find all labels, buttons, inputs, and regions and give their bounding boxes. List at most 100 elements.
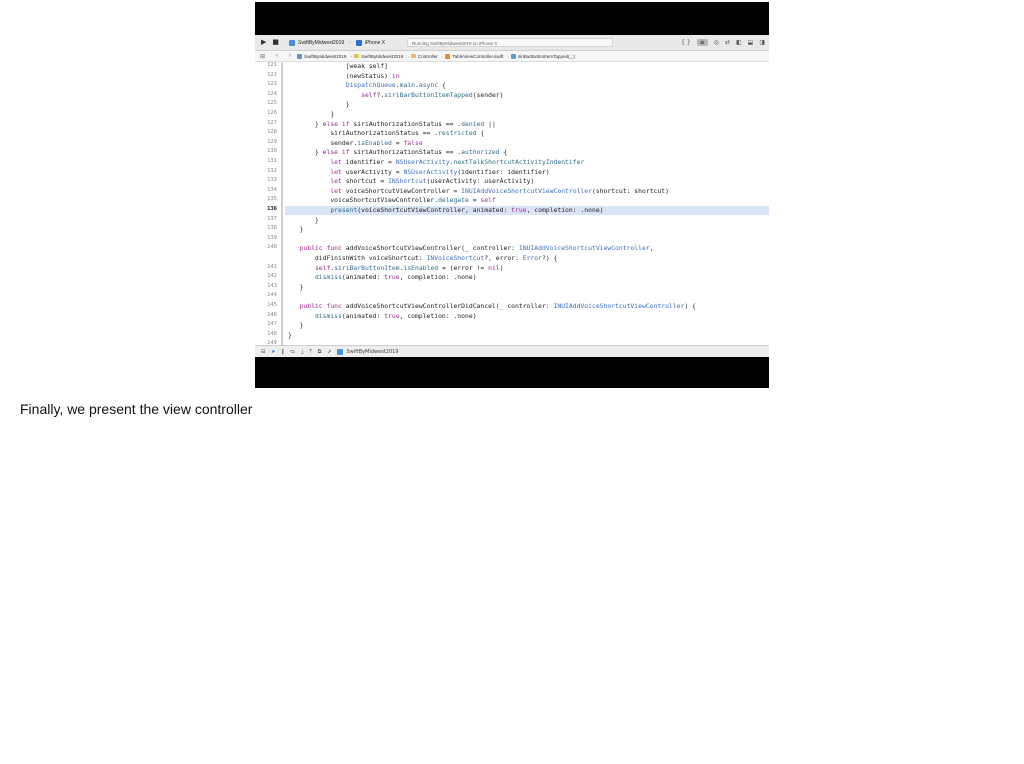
- hide-debug-icon[interactable]: ⊟: [261, 349, 265, 355]
- breadcrumb-method[interactable]: siriBarButtonItemTapped(_:): [510, 53, 575, 59]
- line-number: 138: [267, 225, 277, 232]
- line-number: 136: [267, 206, 277, 212]
- code-line[interactable]: let shortcut = INShortcut(userActivity: …: [288, 177, 534, 185]
- code-token: (sender): [472, 90, 504, 99]
- code-line[interactable]: voiceShortcutViewController.delegate = s…: [288, 196, 495, 204]
- code-token: present: [330, 206, 358, 214]
- code-token: INVoiceShortcut: [426, 254, 485, 262]
- code-editor[interactable]: [weak self] (newStatus) in DispatchQueue…: [288, 62, 769, 345]
- standard-editor-icon[interactable]: ≡: [696, 39, 708, 46]
- method-icon: [510, 53, 516, 59]
- line-number: 123: [267, 81, 277, 88]
- code-token: else if: [322, 119, 350, 128]
- line-number: 128: [267, 129, 277, 136]
- code-line[interactable]: self.siriBarButtonItem.isEnabled = (erro…: [288, 264, 504, 272]
- code-line[interactable]: let identifier = NSUserActivity.nextTalk…: [288, 158, 584, 166]
- code-line[interactable]: self?.siriBarButtonItemTapped(sender): [288, 91, 503, 99]
- line-number: 146: [267, 311, 277, 318]
- code-line[interactable]: didFinishWith voiceShortcut: INVoiceShor…: [288, 254, 557, 262]
- code-line[interactable]: }: [288, 100, 350, 108]
- line-number: 121: [267, 62, 277, 68]
- navigator-toggle-icon[interactable]: ◧: [736, 39, 742, 46]
- code-line[interactable]: }: [288, 321, 304, 329]
- code-token: public func: [299, 302, 342, 310]
- simulate-location-icon[interactable]: ➚: [327, 349, 331, 355]
- code-token: [weak self]: [288, 62, 389, 70]
- code-token: shortcut =: [341, 177, 389, 186]
- code-line[interactable]: }: [288, 216, 319, 224]
- code-line[interactable]: public func addVoiceShortcutViewControll…: [288, 244, 654, 252]
- code-line[interactable]: siriAuthorizationStatus == .restricted {: [288, 129, 484, 137]
- code-line[interactable]: public func addVoiceShortcutViewControll…: [288, 302, 696, 310]
- line-number: 131: [267, 158, 277, 164]
- code-line[interactable]: let voiceShortcutViewController = INUIAd…: [288, 187, 669, 195]
- code-line[interactable]: } else if siriAuthorizationStatus == .au…: [288, 148, 507, 156]
- breadcrumb-project[interactable]: SwiftByMidwest2019: [297, 53, 346, 59]
- pause-icon[interactable]: ‖: [281, 349, 284, 355]
- code-token: true: [511, 206, 527, 214]
- code-token: userActivity =: [341, 167, 404, 176]
- scheme-selector[interactable]: SwiftByMidwest2019 › iPhone X: [289, 39, 385, 46]
- inspector-toggle-icon[interactable]: ◨: [759, 39, 765, 46]
- code-line[interactable]: } else if siriAuthorizationStatus == .de…: [288, 120, 496, 128]
- grid-icon[interactable]: ⊞: [260, 53, 265, 60]
- line-number-gutter: 121 122 123 124 125 126 127 128 129 130 131 132 133 1…: [255, 62, 278, 346]
- step-over-icon[interactable]: ⤼: [290, 349, 295, 355]
- code-token: let: [330, 186, 342, 195]
- code-token: authorized: [461, 148, 500, 157]
- debug-view-icon[interactable]: ⧉: [318, 349, 322, 355]
- line-number: 129: [267, 138, 277, 145]
- line-number: 122: [267, 71, 277, 78]
- code-token: , completion: .none): [399, 273, 477, 282]
- breadcrumb-group[interactable]: SwiftByMidwest2019: [353, 54, 403, 59]
- code-token: (animated:: [341, 311, 385, 320]
- code-line[interactable]: (newStatus) in: [288, 72, 400, 80]
- code-token: nextTalkShortcutActivityIndentifer: [453, 158, 585, 166]
- breakpoints-icon[interactable]: ➤: [271, 349, 275, 355]
- code-token: siriAuthorizationStatus == .: [349, 148, 462, 157]
- code-line[interactable]: }: [288, 225, 304, 233]
- code-token: , completion: .none): [526, 206, 604, 214]
- step-in-icon[interactable]: ⤓: [301, 349, 303, 355]
- step-out-icon[interactable]: ⤒: [309, 349, 311, 355]
- line-number: 141: [267, 263, 277, 270]
- breadcrumb-controller[interactable]: Controller: [410, 54, 438, 59]
- assistant-editor-icon[interactable]: ◎: [714, 39, 719, 46]
- code-line[interactable]: sender.isEnabled = false: [288, 139, 422, 147]
- breadcrumb-file[interactable]: TableViewController.swift: [445, 53, 503, 59]
- back-icon[interactable]: ‹: [276, 53, 278, 59]
- code-token: {: [499, 148, 508, 157]
- stop-icon[interactable]: ■: [272, 35, 279, 50]
- line-number: 143: [267, 282, 277, 289]
- version-editor-icon[interactable]: ⇄: [725, 39, 730, 46]
- code-token: true: [384, 273, 400, 282]
- separator-chevron-icon: ›: [349, 39, 351, 46]
- curly-braces-icon[interactable]: { }: [681, 39, 691, 46]
- jump-bar: ⊞ ‹ › SwiftByMidwest2019 › SwiftByMidwes…: [255, 51, 769, 62]
- code-line[interactable]: DispatchQueue.main.async {: [288, 81, 446, 89]
- code-line[interactable]: dismiss(animated: true, completion: .non…: [288, 273, 477, 281]
- code-line[interactable]: let userActivity = NSUserActivity(identi…: [288, 167, 549, 176]
- code-line[interactable]: }: [288, 331, 292, 339]
- code-token: nil: [488, 263, 500, 272]
- code-token: INUIAddVoiceShortcutViewController: [553, 302, 685, 310]
- folder-icon: [410, 54, 416, 58]
- play-icon[interactable]: ▶: [261, 35, 266, 50]
- change-marker-bar: [281, 62, 283, 345]
- code-line[interactable]: }: [288, 110, 334, 118]
- debug-area-toggle-icon[interactable]: ⬓: [748, 39, 754, 46]
- debug-target-label: SwiftByMidwest2019: [346, 349, 399, 355]
- code-line[interactable]: dismiss(animated: true, completion: .non…: [288, 312, 477, 320]
- line-number: 135: [267, 196, 277, 203]
- line-number: 147: [267, 321, 277, 328]
- code-line[interactable]: present(voiceShortcutViewController, ani…: [288, 206, 604, 214]
- code-line[interactable]: }: [288, 283, 304, 291]
- code-line[interactable]: [weak self]: [288, 62, 388, 70]
- line-number: 126: [267, 110, 277, 116]
- code-token: siriBarButtonItemTapped: [384, 90, 473, 99]
- line-number: 145: [267, 302, 277, 308]
- forward-icon[interactable]: ›: [289, 53, 291, 59]
